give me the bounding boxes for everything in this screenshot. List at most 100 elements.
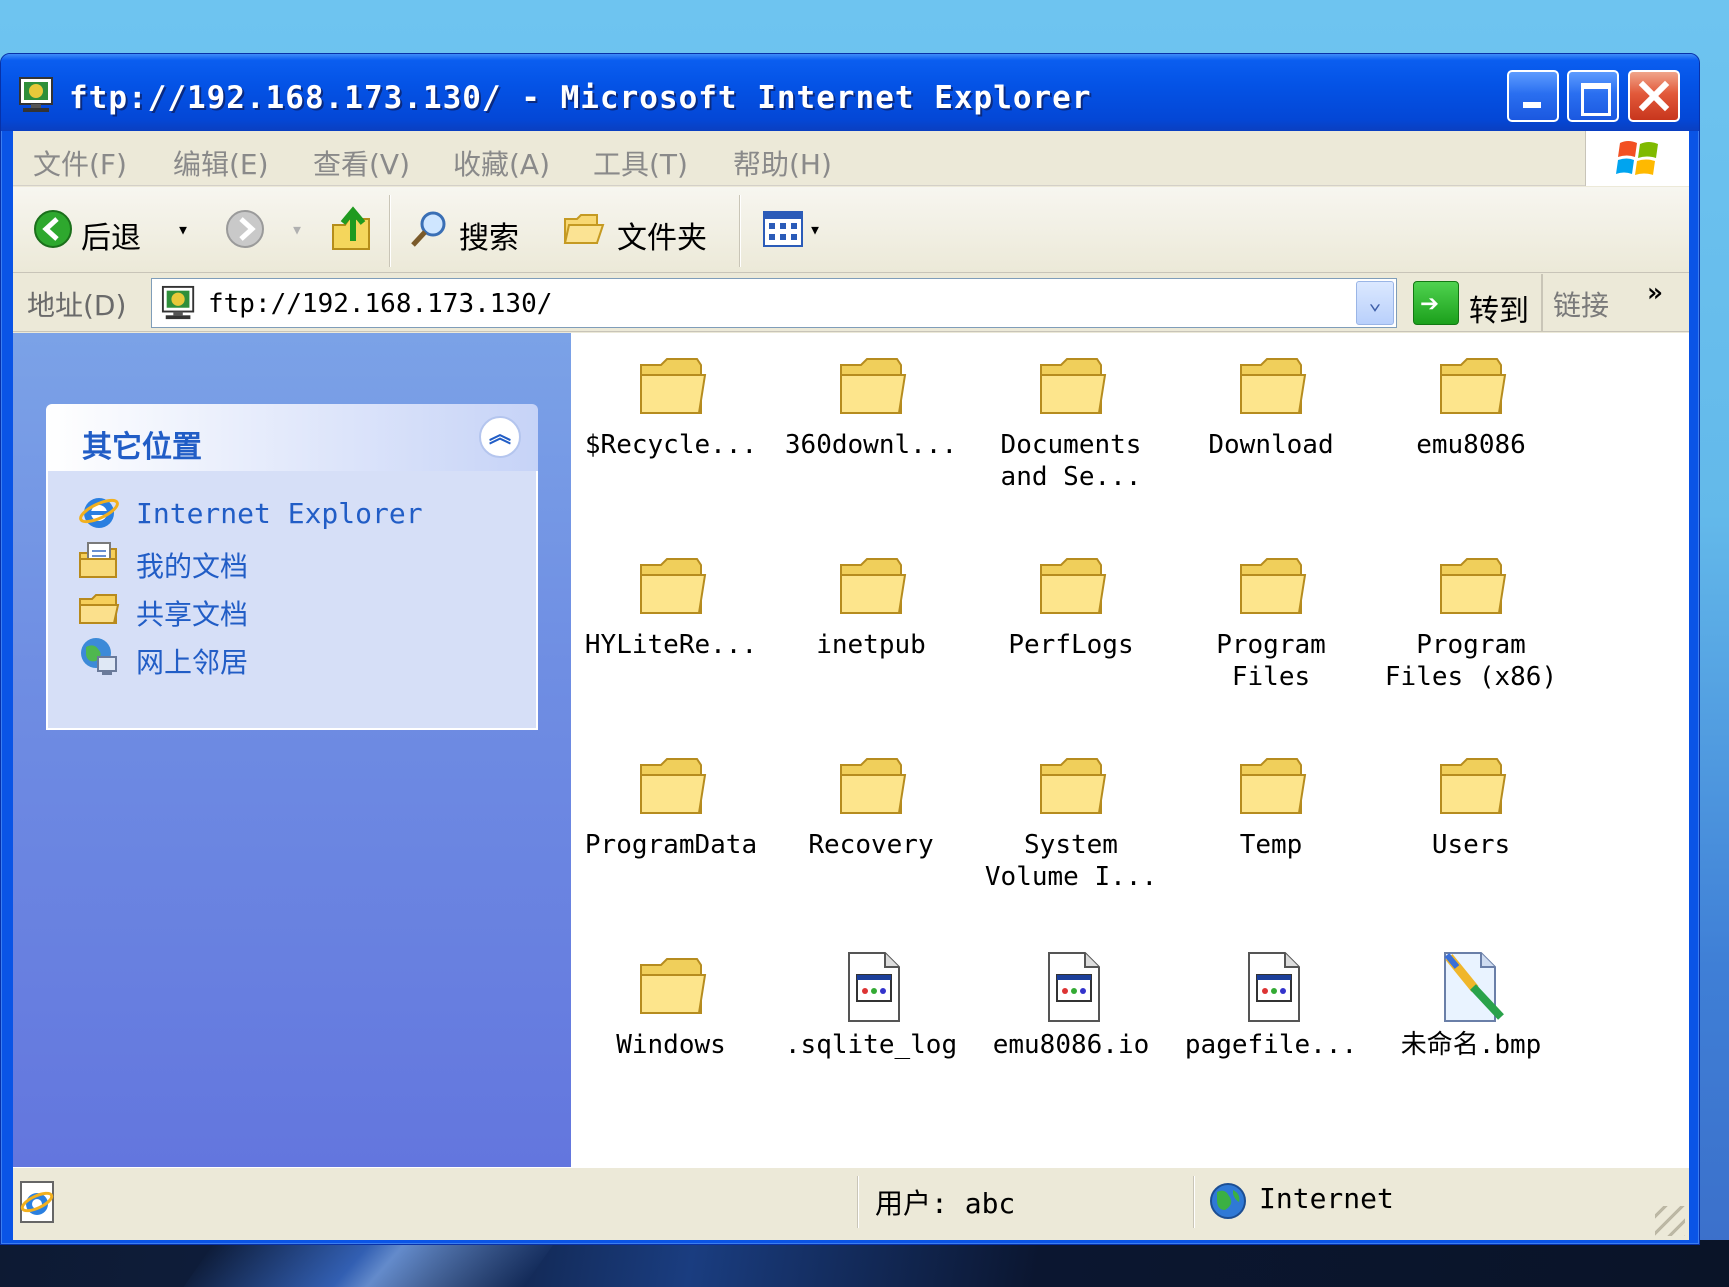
file-label: Program Files (x86) <box>1384 630 1558 692</box>
folder-icon <box>1240 358 1307 414</box>
file-label: pagefile... <box>1184 1030 1358 1060</box>
menu-file[interactable]: 文件(F) <box>33 143 127 183</box>
back-button-label[interactable]: 后退 <box>81 213 141 257</box>
resize-grip[interactable] <box>1655 1206 1685 1236</box>
file-item-folder[interactable]: Documents and Se... <box>971 333 1171 513</box>
file-item-folder[interactable]: Program Files <box>1171 533 1371 713</box>
file-item-folder[interactable]: Download <box>1171 333 1371 513</box>
file-item-file[interactable]: pagefile... <box>1171 933 1371 1113</box>
file-item-folder[interactable]: System Volume I... <box>971 733 1171 913</box>
menu-edit[interactable]: 编辑(E) <box>173 143 269 183</box>
file-item-folder[interactable]: $Recycle... <box>571 333 771 513</box>
search-icon[interactable] <box>409 209 449 249</box>
other-places-header[interactable]: 其它位置 ︽ <box>46 404 538 471</box>
file-item-folder[interactable]: Temp <box>1171 733 1371 913</box>
file-item-folder[interactable]: Windows <box>571 933 771 1113</box>
menu-help[interactable]: 帮助(H) <box>733 143 832 183</box>
place-label: 我的文档 <box>136 550 249 583</box>
folders-button-label[interactable]: 文件夹 <box>617 213 707 257</box>
back-arrow-icon[interactable] <box>33 209 73 249</box>
go-button[interactable]: 转到 <box>1407 278 1535 329</box>
file-label: Program Files <box>1216 630 1326 692</box>
menu-favorites[interactable]: 收藏(A) <box>453 143 550 183</box>
shared-folder-icon <box>79 594 120 624</box>
file-item-file[interactable]: emu8086.io <box>971 933 1171 1113</box>
file-label: Windows <box>616 1030 726 1060</box>
file-label: Temp <box>1239 830 1303 860</box>
toolbar-separator <box>389 195 391 267</box>
address-input[interactable]: ftp://192.168.173.130/ ⌄ <box>151 278 1397 328</box>
file-label: ProgramData <box>584 830 758 860</box>
place-internet-explorer[interactable]: Internet Explorer <box>78 491 518 535</box>
file-item-folder[interactable]: inetpub <box>771 533 971 713</box>
window-title: ftp://192.168.173.130/ - Microsoft Inter… <box>69 80 1092 116</box>
ie-icon <box>79 498 119 528</box>
standard-toolbar: 后退 ▾ ▾ 搜索 文件夹 ▾ <box>13 187 1689 273</box>
file-item-folder[interactable]: Recovery <box>771 733 971 913</box>
minimize-button[interactable] <box>1507 70 1559 122</box>
windows-logo-icon <box>1616 141 1658 175</box>
close-icon <box>1638 80 1670 112</box>
status-zone: Internet <box>1259 1182 1394 1215</box>
file-item-folder[interactable]: PerfLogs <box>971 533 1171 713</box>
back-dropdown-icon[interactable]: ▾ <box>177 217 189 241</box>
status-bar: 用户: abc Internet <box>13 1167 1689 1240</box>
file-item-file[interactable]: .sqlite_log <box>771 933 971 1113</box>
maximize-button[interactable] <box>1567 70 1619 122</box>
folder-icon <box>640 758 707 814</box>
file-item-folder[interactable]: ProgramData <box>571 733 771 913</box>
ie-window: ftp://192.168.173.130/ - Microsoft Inter… <box>0 53 1700 1245</box>
folders-icon[interactable] <box>563 209 605 249</box>
file-label: .sqlite_log <box>784 1030 958 1060</box>
address-bar: 地址(D) ftp://192.168.173.130/ ⌄ 转到 <box>13 274 1689 332</box>
folder-icon <box>640 358 707 414</box>
links-chevron-icon[interactable]: » <box>1647 278 1663 308</box>
place-my-documents[interactable]: 我的文档 <box>78 539 518 583</box>
place-label: 共享文档 <box>136 598 249 631</box>
file-label: $Recycle... <box>584 430 758 460</box>
up-folder-icon[interactable] <box>329 205 373 253</box>
file-label: Recovery <box>808 830 934 860</box>
links-toolbar[interactable]: 链接 » <box>1541 274 1689 332</box>
collapse-icon[interactable]: ︽ <box>479 416 521 458</box>
ftp-page-icon <box>19 77 53 112</box>
address-dropdown-button[interactable]: ⌄ <box>1356 281 1394 325</box>
folder-icon <box>840 558 907 614</box>
file-item-folder[interactable]: Program Files (x86) <box>1371 533 1571 713</box>
file-item-folder[interactable]: HYLiteRe... <box>571 533 771 713</box>
task-pane: 其它位置 ︽ Internet Explorer 我的文档 共享文档 网上邻居 <box>13 333 571 1167</box>
title-bar[interactable]: ftp://192.168.173.130/ - Microsoft Inter… <box>1 54 1699 131</box>
file-label: emu8086.io <box>992 1030 1150 1060</box>
menu-view[interactable]: 查看(V) <box>313 143 410 183</box>
file-item-bitmap[interactable]: 未命名.bmp <box>1371 933 1571 1113</box>
address-label: 地址(D) <box>27 289 127 322</box>
globe-icon <box>1210 1183 1246 1219</box>
place-shared-documents[interactable]: 共享文档 <box>78 587 518 631</box>
status-separator <box>857 1176 859 1228</box>
panel-title: 其它位置 <box>82 430 202 465</box>
menu-bar: 文件(F) 编辑(E) 查看(V) 收藏(A) 工具(T) 帮助(H) <box>13 131 1689 186</box>
forward-arrow-icon[interactable] <box>225 209 265 249</box>
folder-icon <box>1040 558 1107 614</box>
search-button-label[interactable]: 搜索 <box>459 213 519 257</box>
desktop-wallpaper-streak <box>183 1240 557 1287</box>
file-label: 360downl... <box>784 430 958 460</box>
file-item-folder[interactable]: 360downl... <box>771 333 971 513</box>
file-label: emu8086 <box>1416 430 1526 460</box>
file-item-folder[interactable]: Users <box>1371 733 1571 913</box>
forward-dropdown-icon[interactable]: ▾ <box>291 217 303 241</box>
toolbar-separator <box>739 195 741 267</box>
place-network[interactable]: 网上邻居 <box>78 635 518 679</box>
client-area: 文件(F) 编辑(E) 查看(V) 收藏(A) 工具(T) 帮助(H) 后退 ▾… <box>13 131 1689 1240</box>
file-item-folder[interactable]: emu8086 <box>1371 333 1571 513</box>
folder-icon <box>1440 358 1507 414</box>
menu-tools[interactable]: 工具(T) <box>593 143 688 183</box>
close-button[interactable] <box>1628 70 1680 122</box>
file-label: PerfLogs <box>1008 630 1134 660</box>
views-icon[interactable] <box>763 211 803 247</box>
network-icon <box>81 638 117 675</box>
file-label: inetpub <box>816 630 926 660</box>
folder-icon <box>640 958 707 1014</box>
other-places-panel: 其它位置 ︽ Internet Explorer 我的文档 共享文档 网上邻居 <box>46 404 538 730</box>
views-dropdown-icon[interactable]: ▾ <box>809 217 821 241</box>
